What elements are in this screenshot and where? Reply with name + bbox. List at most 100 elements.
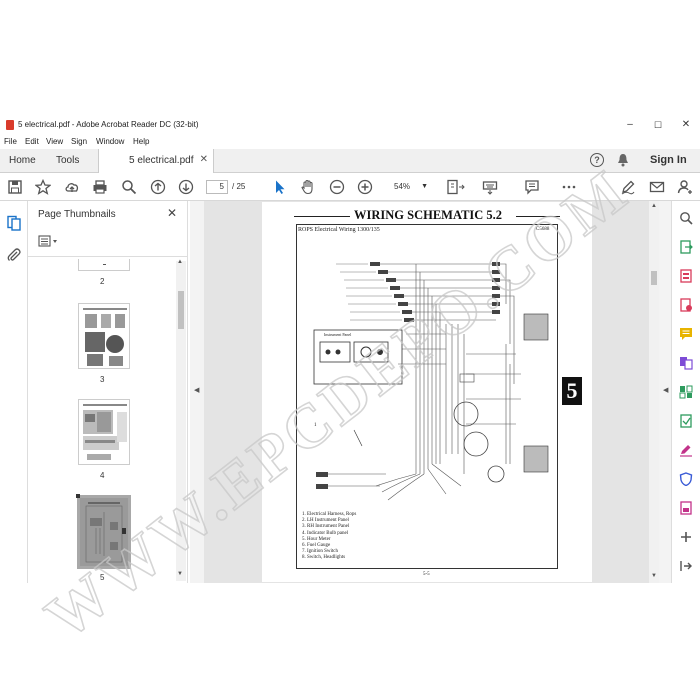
optimize-pdf-icon[interactable] [679, 501, 693, 515]
keyboard-read-mode-icon[interactable] [482, 179, 498, 195]
page-footer-number: 5-5 [423, 572, 430, 577]
save-icon[interactable] [7, 179, 23, 195]
page-total-label: / 25 [232, 182, 246, 191]
thumbnail-options-menu[interactable] [38, 234, 60, 247]
chevron-left-icon: ◀ [194, 387, 200, 394]
search-zoom-icon[interactable] [679, 211, 693, 225]
document-viewport[interactable]: WIRING SCHEMATIC 5.2 ROPS Electrical Wir… [204, 201, 649, 583]
right-tool-strip [671, 201, 700, 583]
thumbnail-page-2[interactable] [78, 259, 130, 271]
left-panel-collapse-handle[interactable]: ◀ [190, 201, 204, 583]
minimize-button[interactable]: – [620, 117, 640, 133]
thumbnail-scrollbar[interactable]: ▲ ▼ [176, 259, 186, 581]
left-tool-strip [0, 201, 28, 583]
toolbar: 5 / 25 54% ▼ [0, 173, 700, 201]
export-pdf-icon[interactable] [679, 240, 693, 254]
tab-row: Home Tools 5 electrical.pdf ✕ ? Sign In [0, 149, 700, 173]
panel-title: Page Thumbnails [38, 209, 116, 220]
zoom-level-select[interactable]: 54% ▼ [384, 180, 430, 194]
sign-in-button[interactable]: Sign In [650, 154, 687, 166]
menu-file[interactable]: File [4, 137, 17, 146]
scroll-down-arrow[interactable]: ▼ [177, 571, 183, 577]
right-panel-collapse-handle[interactable]: ◀ [659, 201, 671, 583]
legend-item: 8. Switch, Headlights [302, 555, 346, 561]
sign-pen-icon[interactable] [620, 179, 636, 195]
create-pdf-icon[interactable] [679, 269, 693, 283]
organize-pages-icon[interactable] [679, 385, 693, 399]
thumbnail-label-5: 5 [100, 573, 105, 582]
bookmark-star-icon[interactable] [34, 178, 52, 195]
heading-rule-right [516, 216, 560, 217]
edit-pdf-icon[interactable] [679, 298, 693, 312]
doc-scroll-up-arrow[interactable]: ▲ [651, 203, 657, 209]
comment-icon[interactable] [524, 179, 540, 195]
zoom-in-icon[interactable] [357, 179, 373, 195]
chevron-down-icon: ▼ [421, 183, 428, 190]
print-icon[interactable] [92, 179, 108, 195]
more-options-icon[interactable] [561, 179, 577, 195]
email-icon[interactable] [649, 179, 665, 195]
chevron-right-icon: ◀ [663, 387, 669, 394]
menu-edit[interactable]: Edit [25, 137, 39, 146]
help-icon[interactable]: ? [590, 153, 604, 167]
document-scroll-thumb[interactable] [651, 271, 657, 285]
close-window-button[interactable]: ✕ [676, 117, 696, 133]
page-heading: WIRING SCHEMATIC 5.2 [354, 208, 503, 222]
combine-files-icon[interactable] [679, 356, 693, 370]
maximize-button[interactable]: ☐ [648, 117, 668, 133]
select-cursor-icon[interactable] [272, 179, 288, 195]
close-panel-button[interactable]: ✕ [167, 206, 177, 220]
close-tab-button[interactable]: ✕ [200, 154, 208, 165]
bell-icon[interactable] [617, 153, 629, 167]
heading-rule-left [294, 216, 350, 217]
menu-window[interactable]: Window [96, 137, 124, 146]
schematic-legend: 1. Electrical Harness, Rops 2. LH Instru… [302, 512, 356, 562]
fill-sign-icon[interactable] [679, 443, 693, 457]
thumbnail-page-3[interactable] [78, 303, 130, 369]
harness-callout-number: 1 [314, 423, 317, 428]
menu-view[interactable]: View [46, 137, 63, 146]
tab-document-label: 5 electrical.pdf [129, 155, 194, 166]
pdf-page: WIRING SCHEMATIC 5.2 ROPS Electrical Wir… [262, 202, 592, 582]
protect-shield-icon[interactable] [679, 472, 693, 487]
thumbnail-scroll-thumb[interactable] [178, 291, 184, 329]
window-title: 5 electrical.pdf - Adobe Acrobat Reader … [18, 120, 199, 129]
menu-bar: File Edit View Sign Window Help [0, 135, 700, 149]
page-fit-icon[interactable] [446, 179, 466, 195]
wiring-schematic-drawing [313, 262, 549, 501]
thumbnail-page-4[interactable] [78, 399, 130, 465]
page-thumbnails-icon[interactable] [6, 215, 22, 231]
comment-tool-icon[interactable] [679, 327, 693, 341]
thumbnail-page-5[interactable] [77, 495, 131, 569]
document-scrollbar[interactable]: ▲ ▼ [649, 201, 659, 583]
collapse-pane-icon[interactable] [679, 559, 693, 573]
thumbnail-label-3: 3 [100, 375, 105, 384]
next-page-icon[interactable] [178, 179, 194, 195]
legend-item: 3. RH Instrument Panel [302, 524, 350, 530]
page-thumbnails-panel: Page Thumbnails ✕ 2 3 4 5 ▲ ▼ [28, 201, 188, 583]
share-user-icon[interactable] [677, 179, 693, 195]
section-tab: 5 [562, 377, 582, 405]
acrobat-app-icon [6, 120, 14, 130]
title-bar: 5 electrical.pdf - Adobe Acrobat Reader … [0, 115, 700, 135]
hand-tool-icon[interactable] [300, 179, 316, 195]
menu-sign[interactable]: Sign [71, 137, 87, 146]
upload-cloud-icon[interactable] [64, 179, 80, 195]
tab-tools[interactable]: Tools [56, 155, 79, 166]
menu-help[interactable]: Help [133, 137, 149, 146]
page-number-input[interactable]: 5 [206, 180, 228, 194]
zoom-level-value: 54% [394, 182, 411, 191]
more-tools-icon[interactable] [679, 530, 693, 544]
zoom-out-icon[interactable] [329, 179, 345, 195]
attachment-paperclip-icon[interactable] [6, 247, 22, 263]
tab-home[interactable]: Home [9, 155, 36, 166]
scroll-up-arrow[interactable]: ▲ [177, 259, 183, 265]
doc-scroll-down-arrow[interactable]: ▼ [651, 573, 657, 579]
scan-ocr-icon[interactable] [679, 414, 693, 428]
zoom-search-icon[interactable] [121, 179, 137, 195]
previous-page-icon[interactable] [150, 179, 166, 195]
tab-document[interactable]: 5 electrical.pdf ✕ [98, 149, 214, 173]
thumbnail-label-4: 4 [100, 471, 105, 480]
panel-divider [28, 256, 188, 257]
instrument-panel-label: Instrument Panel [324, 332, 352, 337]
